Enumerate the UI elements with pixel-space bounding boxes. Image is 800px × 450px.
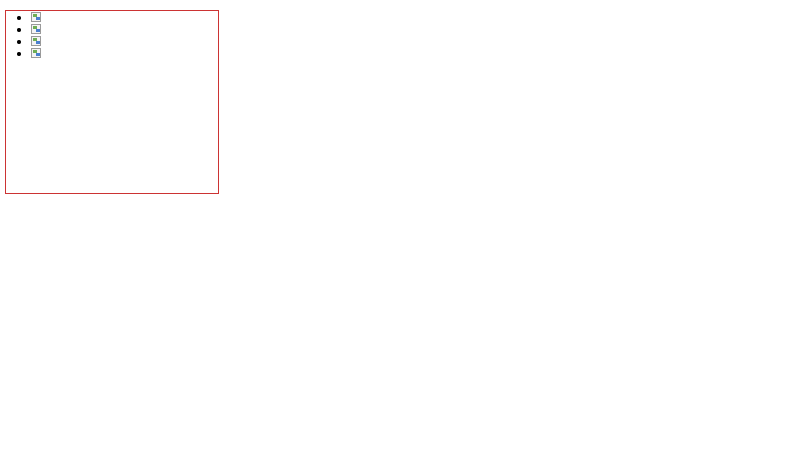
image-list: [6, 11, 218, 59]
list-item: [31, 11, 218, 23]
list-item: [31, 23, 218, 35]
list-item: [31, 47, 218, 59]
image-list-frame: [5, 10, 219, 194]
broken-image-icon[interactable]: [31, 48, 41, 58]
page-viewport: [0, 0, 800, 450]
broken-image-icon[interactable]: [31, 36, 41, 46]
broken-image-icon[interactable]: [31, 12, 41, 22]
list-item: [31, 35, 218, 47]
broken-image-icon[interactable]: [31, 24, 41, 34]
